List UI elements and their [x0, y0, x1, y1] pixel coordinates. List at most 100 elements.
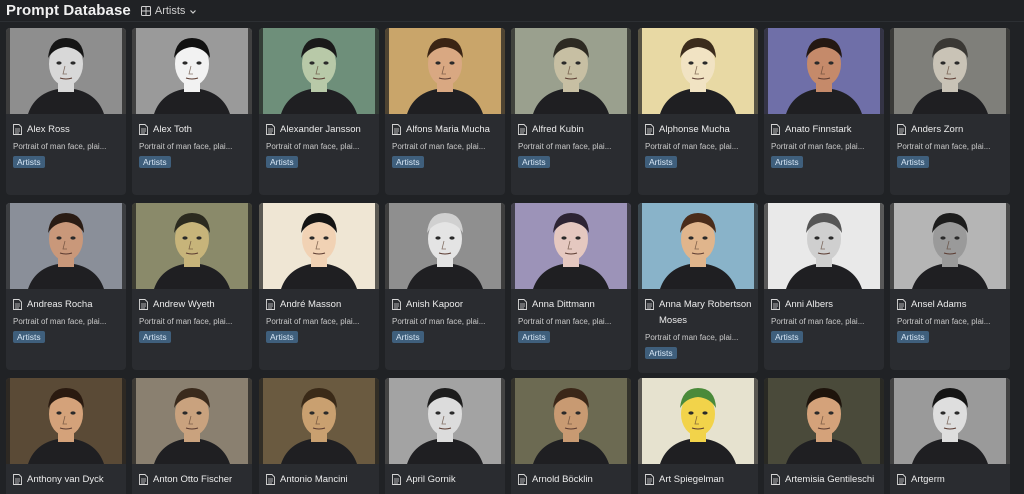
gallery-card[interactable]: André Masson Portrait of man face, plai..… [259, 203, 379, 370]
portrait-thumbnail [385, 28, 505, 114]
page-icon [645, 299, 654, 310]
page-icon [897, 474, 906, 485]
card-title: April Gornik [385, 464, 505, 488]
gallery-card[interactable]: Anni Albers Portrait of man face, plai...… [764, 203, 884, 370]
portrait-thumbnail [764, 203, 884, 289]
portrait-thumbnail [385, 378, 505, 464]
gallery-card[interactable]: April Gornik [385, 378, 505, 494]
card-description: Portrait of man face, plai... [266, 142, 360, 151]
card-name: Anders Zorn [911, 124, 964, 135]
page-icon [13, 474, 22, 485]
card-title: Antonio Mancini [259, 464, 379, 488]
card-description: Portrait of man face, plai... [13, 142, 107, 151]
category-tag: Artists [266, 156, 298, 168]
category-tag: Artists [139, 331, 171, 343]
gallery-card[interactable]: Alex Toth Portrait of man face, plai... Ar… [132, 28, 252, 195]
card-title: Artgerm [890, 464, 1010, 488]
gallery-card[interactable]: Anthony van Dyck [6, 378, 126, 494]
gallery-grid: Alex Ross Portrait of man face, plai... Ar… [0, 28, 1024, 494]
page-icon [518, 124, 527, 135]
card-name: Alexander Jansson [280, 124, 361, 135]
gallery-card[interactable]: Andrew Wyeth Portrait of man face, plai..… [132, 203, 252, 370]
chevron-down-icon [189, 7, 197, 15]
page-icon [518, 474, 527, 485]
gallery-card[interactable]: Anton Otto Fischer [132, 378, 252, 494]
gallery-card[interactable]: Alfred Kubin Portrait of man face, plai..… [511, 28, 631, 195]
view-selector[interactable]: Artists [140, 5, 198, 17]
card-name: Andrew Wyeth [153, 299, 215, 310]
gallery-card[interactable]: Alfons Maria Mucha Portrait of man face, … [385, 28, 505, 195]
category-tag: Artists [392, 331, 424, 343]
category-tag: Artists [266, 331, 298, 343]
page-icon [266, 124, 275, 135]
gallery-card[interactable]: Antonio Mancini [259, 378, 379, 494]
page-icon [139, 124, 148, 135]
card-description: Portrait of man face, plai... [139, 142, 233, 151]
portrait-thumbnail [132, 203, 252, 289]
card-title: Alex Ross [6, 114, 126, 138]
card-title: Anato Finnstark [764, 114, 884, 138]
gallery-card[interactable]: Artemisia Gentileschi [764, 378, 884, 494]
page-icon [266, 299, 275, 310]
card-title: Ansel Adams [890, 289, 1010, 313]
portrait-thumbnail [890, 28, 1010, 114]
card-description: Portrait of man face, plai... [518, 142, 612, 151]
card-name: Anton Otto Fischer [153, 474, 233, 485]
category-tag: Artists [13, 331, 45, 343]
card-description: Portrait of man face, plai... [13, 317, 107, 326]
portrait-thumbnail [259, 378, 379, 464]
card-description: Portrait of man face, plai... [645, 333, 739, 342]
card-name: Art Spiegelman [659, 474, 724, 485]
page-icon [897, 299, 906, 310]
top-bar: Prompt Database Artists [0, 0, 1024, 22]
page-icon [392, 124, 401, 135]
gallery-card[interactable]: Anna Mary Robertson Moses Portrait of man… [638, 203, 758, 373]
page-icon [771, 124, 780, 135]
portrait-thumbnail [638, 203, 758, 289]
card-title: Andrew Wyeth [132, 289, 252, 313]
portrait-thumbnail [6, 378, 126, 464]
gallery-card[interactable]: Anna Dittmann Portrait of man face, plai.… [511, 203, 631, 370]
category-tag: Artists [518, 156, 550, 168]
gallery-card[interactable]: Alphonse Mucha Portrait of man face, plai… [638, 28, 758, 195]
gallery-card[interactable]: Anders Zorn Portrait of man face, plai...… [890, 28, 1010, 195]
portrait-thumbnail [764, 378, 884, 464]
card-name: André Masson [280, 299, 342, 310]
portrait-thumbnail [511, 378, 631, 464]
card-description: Portrait of man face, plai... [392, 317, 486, 326]
card-name: Artemisia Gentileschi [785, 474, 875, 485]
category-tag: Artists [645, 347, 677, 359]
portrait-thumbnail [6, 203, 126, 289]
gallery-card[interactable]: Arnold Böcklin [511, 378, 631, 494]
gallery-card[interactable]: Anato Finnstark Portrait of man face, pla… [764, 28, 884, 195]
portrait-thumbnail [638, 378, 758, 464]
portrait-thumbnail [511, 28, 631, 114]
category-tag: Artists [392, 156, 424, 168]
card-title: Alfred Kubin [511, 114, 631, 138]
card-name: Alex Ross [27, 124, 70, 135]
gallery-card[interactable]: Alex Ross Portrait of man face, plai... Ar… [6, 28, 126, 195]
card-description: Portrait of man face, plai... [897, 142, 991, 151]
card-name: Arnold Böcklin [532, 474, 593, 485]
card-name: Ansel Adams [911, 299, 967, 310]
gallery-card[interactable]: Anish Kapoor Portrait of man face, plai..… [385, 203, 505, 370]
card-name: Anthony van Dyck [27, 474, 104, 485]
card-description: Portrait of man face, plai... [771, 317, 865, 326]
card-name: Anato Finnstark [785, 124, 852, 135]
portrait-thumbnail [511, 203, 631, 289]
card-name: Artgerm [911, 474, 945, 485]
card-title: Alphonse Mucha [638, 114, 758, 138]
gallery-card[interactable]: Art Spiegelman [638, 378, 758, 494]
category-tag: Artists [13, 156, 45, 168]
portrait-thumbnail [890, 378, 1010, 464]
gallery-card[interactable]: Andreas Rocha Portrait of man face, plai.… [6, 203, 126, 370]
category-tag: Artists [771, 156, 803, 168]
card-name: April Gornik [406, 474, 456, 485]
gallery-card[interactable]: Ansel Adams Portrait of man face, plai...… [890, 203, 1010, 370]
card-title: André Masson [259, 289, 379, 313]
gallery-card[interactable]: Alexander Jansson Portrait of man face, p… [259, 28, 379, 195]
page-icon [13, 124, 22, 135]
page-icon [139, 299, 148, 310]
card-description: Portrait of man face, plai... [266, 317, 360, 326]
gallery-card[interactable]: Artgerm [890, 378, 1010, 494]
